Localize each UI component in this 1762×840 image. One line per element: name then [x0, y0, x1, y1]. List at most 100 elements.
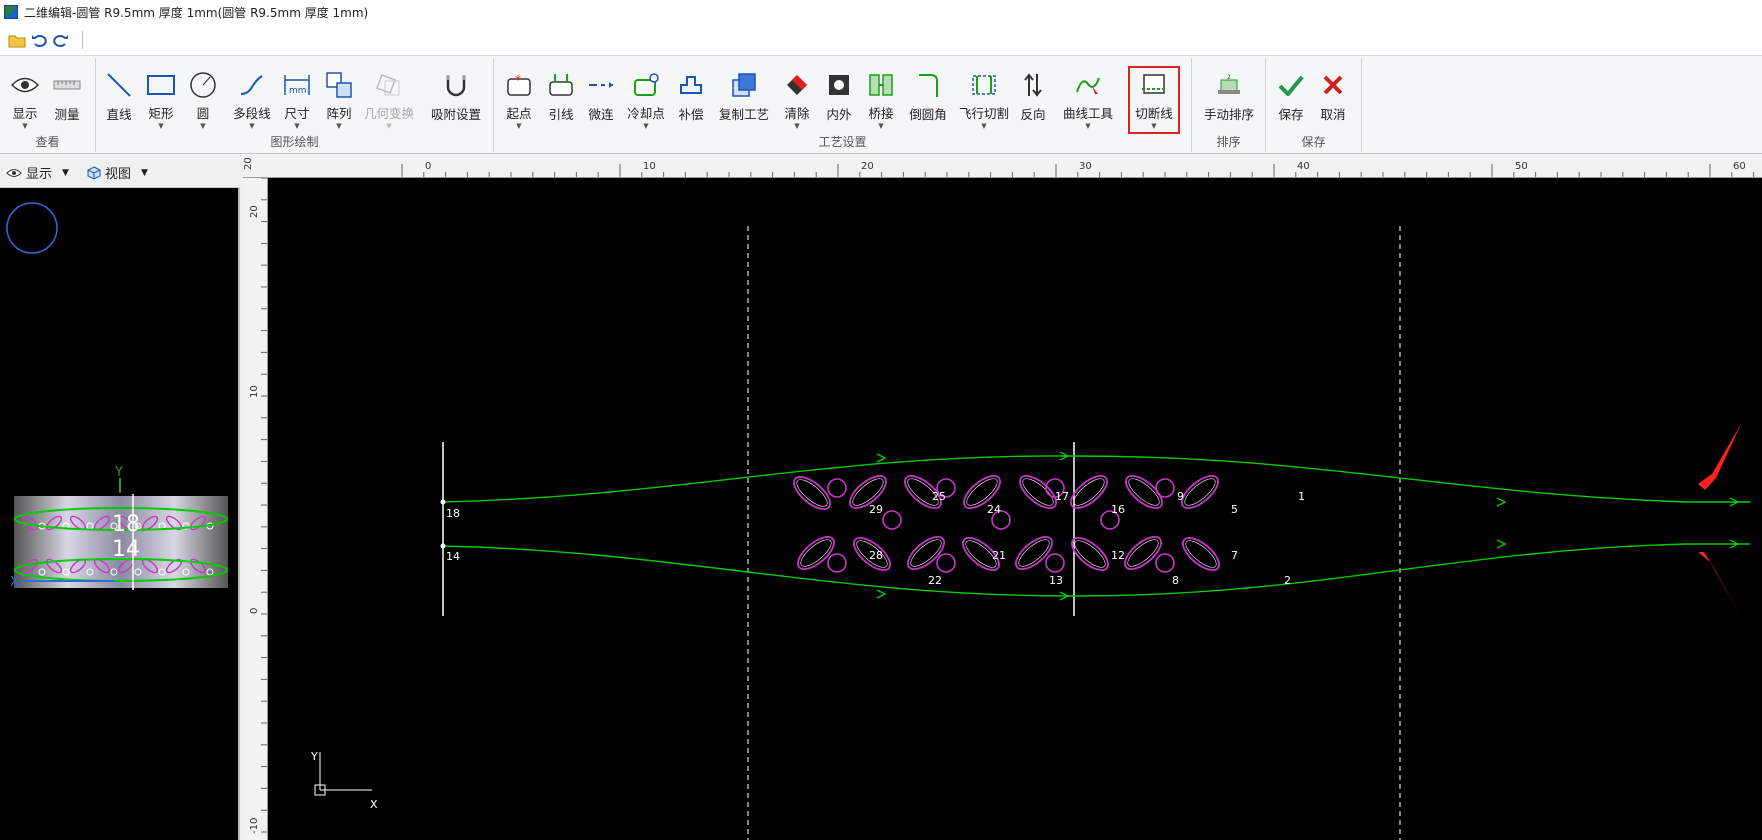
line-button[interactable]: 直线 — [104, 70, 134, 130]
cooling-point-icon — [631, 70, 661, 99]
part-ellipse[interactable] — [845, 470, 892, 514]
chevron-down-icon: ▼ — [386, 122, 392, 130]
svg-text:2: 2 — [1227, 74, 1231, 81]
part-number: 1 — [1298, 490, 1305, 503]
chevron-down-icon: ▼ — [200, 122, 206, 130]
save-button[interactable]: 保存 — [1276, 70, 1306, 130]
part-circle[interactable] — [1045, 553, 1065, 573]
clear-icon — [782, 70, 812, 99]
start-point-18[interactable] — [440, 499, 446, 505]
part-ellipse[interactable] — [793, 531, 840, 575]
part-ellipse[interactable] — [789, 471, 836, 515]
chevron-down-icon: ▼ — [516, 122, 522, 130]
cooling-point-button[interactable]: 冷却点 ▼ — [626, 70, 666, 130]
part-number: 7 — [1231, 549, 1238, 562]
open-folder-icon[interactable] — [6, 29, 28, 51]
copy-process-button[interactable]: 复制工艺 — [716, 70, 772, 130]
chevron-down-icon: ▼ — [1151, 122, 1157, 130]
part-circle[interactable] — [882, 510, 902, 530]
manual-sort-icon: 2 — [1214, 70, 1244, 100]
group-label-view: 查看 — [35, 135, 60, 149]
group-drawing: 直线 矩形 ▼ 圆 ▼ 多段线 ▼ mm 尺寸 ▼ 阵列 ▼ 几何变换 ▼ 吸附… — [96, 58, 494, 152]
dimension-button[interactable]: mm 尺寸 ▼ — [282, 70, 312, 130]
fillet-icon — [913, 70, 943, 100]
flying-cut-button[interactable]: 飞行切割 ▼ — [956, 70, 1012, 130]
part-number: 24 — [987, 503, 1001, 516]
lead-line-button[interactable]: 引线 — [546, 70, 576, 130]
undo-icon[interactable] — [28, 29, 50, 51]
app-icon — [4, 5, 18, 19]
cut-off-line-button[interactable]: 切断线 ▼ — [1128, 66, 1180, 134]
chevron-down-icon: ▼ — [1085, 122, 1091, 130]
eye-icon — [6, 168, 22, 177]
part-circle[interactable] — [827, 478, 847, 498]
polyline-button[interactable]: 多段线 ▼ — [230, 70, 274, 130]
drawing-canvas[interactable]: 18 14 29 25 24 17 16 9 5 1 28 22 21 13 1… — [268, 178, 1762, 840]
reverse-icon — [1018, 70, 1048, 100]
part-number: 28 — [869, 549, 883, 562]
redo-icon[interactable] — [50, 29, 72, 51]
group-view: 显示 ▼ 测量 查看 — [0, 58, 96, 152]
ruler-top-label-20b: 20 — [861, 161, 874, 172]
line-icon — [104, 70, 134, 100]
view-dropdown[interactable]: 视图 ▼ — [87, 163, 148, 182]
start-label-18: 18 — [446, 507, 460, 520]
canvas-area: 20 0 10 20 30 40 50 60 20 10 0 -10 18 14 — [243, 158, 1762, 840]
tube-section-circle — [6, 202, 58, 254]
cube-icon — [87, 165, 101, 180]
compensation-button[interactable]: 补偿 — [674, 70, 708, 130]
part-ellipse[interactable] — [903, 531, 950, 575]
ruler-left-label-20: 20 — [249, 205, 260, 218]
part-number: 5 — [1231, 503, 1238, 516]
chevron-down-icon: ▼ — [249, 122, 255, 130]
show-button[interactable]: 显示 ▼ — [8, 70, 42, 130]
array-icon — [324, 70, 354, 99]
preview-viewport[interactable]: 18 14 Y X — [0, 188, 238, 838]
window-title: 二维编辑-圆管 R9.5mm 厚度 1mm(圆管 R9.5mm 厚度 1mm) — [24, 5, 369, 20]
cancel-icon — [1318, 70, 1348, 100]
cancel-button[interactable]: 取消 — [1318, 70, 1348, 130]
annotation-arrow-top — [1698, 422, 1742, 490]
left-panel-toolbar: 显示 ▼ 视图 ▼ — [0, 158, 240, 188]
part-number: 2 — [1284, 574, 1291, 587]
start-point-14[interactable] — [440, 543, 446, 549]
path-arrow — [876, 589, 887, 599]
start-point-icon: * — [504, 70, 534, 99]
measure-button[interactable]: 测量 — [50, 70, 84, 130]
display-dropdown[interactable]: 显示 ▼ — [6, 163, 69, 182]
geometric-transform-button[interactable]: 几何变换 ▼ — [364, 70, 414, 130]
curve-tool-button[interactable]: 曲线工具 ▼ — [1060, 70, 1116, 130]
bridge-button[interactable]: 桥接 ▼ — [866, 70, 896, 130]
inner-outer-button[interactable]: 内外 — [824, 70, 854, 130]
micro-joint-button[interactable]: 微连 — [586, 70, 616, 130]
part-ellipse[interactable] — [1120, 531, 1167, 575]
title-bar: 二维编辑-圆管 R9.5mm 厚度 1mm(圆管 R9.5mm 厚度 1mm) — [0, 0, 1762, 24]
snap-settings-button[interactable]: 吸附设置 — [426, 70, 486, 130]
chevron-down-icon: ▼ — [981, 122, 987, 130]
circle-icon — [188, 70, 218, 99]
part-circle[interactable] — [1155, 553, 1175, 573]
curve-tool-icon — [1073, 70, 1103, 99]
circle-button[interactable]: 圆 ▼ — [188, 70, 218, 130]
part-number: 13 — [1049, 574, 1063, 587]
part-ellipse[interactable] — [1121, 470, 1168, 514]
part-ellipse[interactable] — [1178, 532, 1225, 576]
manual-sort-button[interactable]: 2 手动排序 — [1200, 70, 1258, 130]
ruler-top-label-0: 0 — [425, 161, 431, 172]
chevron-down-icon: ▼ — [336, 122, 342, 130]
rectangle-button[interactable]: 矩形 ▼ — [146, 70, 176, 130]
part-circle[interactable] — [936, 553, 956, 573]
svg-text:mm: mm — [289, 86, 307, 96]
part-ellipse[interactable] — [1011, 531, 1058, 575]
part-circle[interactable] — [827, 553, 847, 573]
start-point-button[interactable]: * 起点 ▼ — [504, 70, 534, 131]
toolbar-separator — [82, 30, 83, 49]
part-ellipse[interactable] — [1066, 470, 1113, 514]
ruler-top-label-60: 60 — [1733, 161, 1746, 172]
clear-button[interactable]: 清除 ▼ — [782, 70, 812, 130]
reverse-button[interactable]: 反向 — [1018, 70, 1048, 130]
cut-off-line-icon — [1139, 70, 1169, 99]
array-button[interactable]: 阵列 ▼ — [324, 70, 354, 130]
fillet-button[interactable]: 倒圆角 — [908, 70, 948, 130]
part-circle[interactable] — [1155, 478, 1175, 498]
